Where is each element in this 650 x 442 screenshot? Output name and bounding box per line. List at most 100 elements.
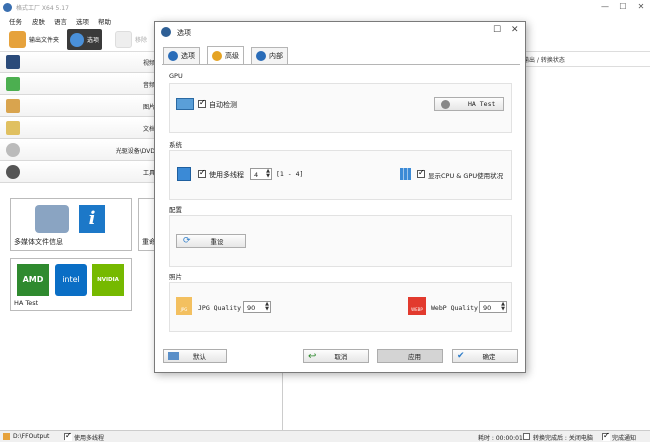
tab-internal-label: 内部 (269, 52, 283, 60)
media-info-icon (35, 205, 69, 233)
maximize-icon[interactable]: ☐ (616, 1, 630, 13)
cancel-button[interactable]: ↩ 取消 (303, 349, 369, 363)
apply-button[interactable]: 应用 (377, 349, 443, 363)
reset-label: 重设 (210, 238, 224, 246)
output-folder-label: 输出文件夹 (29, 37, 60, 44)
output-status-header: 输出 / 转换状态 (523, 57, 565, 64)
remove-label: 移除 (135, 37, 148, 44)
usage-chart-icon (400, 168, 411, 180)
app-title: 格式工厂 X64 5.17 (16, 5, 69, 12)
multithread-label-dialog: 使用多线程 (209, 171, 244, 179)
menu-language[interactable]: 语言 (54, 16, 67, 26)
remove-icon (115, 31, 132, 48)
jpg-quality-value: 90 (247, 304, 256, 312)
webp-file-icon: WEBP (408, 297, 426, 315)
info-icon: i (79, 205, 105, 233)
folder-icon (9, 31, 26, 48)
gear-icon (256, 51, 266, 61)
after-convert-checkbox[interactable] (523, 433, 530, 440)
tile-ha-test-label: HA Test (14, 299, 39, 307)
disc-icon (6, 143, 20, 157)
system-section: 使用多线程 4 ▲ ▼ [1 - 4] 显示CPU & GPU使用状况 (169, 150, 512, 200)
category-label: 光驱设备\DVD (115, 148, 155, 155)
menu-skin[interactable]: 皮肤 (32, 16, 45, 26)
webp-quality-stepper[interactable]: 90 ▲ ▼ (479, 301, 507, 313)
tile-media-info[interactable]: i 多媒体文件信息 (10, 198, 132, 251)
output-path[interactable]: D:\FFOutput (13, 433, 49, 440)
threads-value: 4 (254, 171, 259, 179)
jpg-quality-label: JPG Quality (198, 304, 242, 312)
options-button[interactable]: 选项 (67, 29, 103, 50)
config-section-label: 配置 (169, 206, 182, 214)
nvidia-logo-icon: NVIDIA (92, 264, 124, 296)
gpu-card-icon (176, 98, 194, 110)
menu-task[interactable]: 任务 (9, 16, 22, 26)
app-titlebar: 格式工厂 X64 5.17 — ☐ ✕ (0, 0, 650, 14)
autodetect-label: 自动检测 (209, 101, 237, 109)
tile-ha-test[interactable]: AMD intel NVIDIA HA Test (10, 258, 132, 311)
stepper-down-icon[interactable]: ▼ (266, 174, 270, 179)
reset-button[interactable]: ⟳ 重设 (176, 234, 246, 248)
dialog-title: 选项 (177, 29, 191, 37)
stepper-down-icon[interactable]: ▼ (501, 307, 505, 312)
menu-options[interactable]: 选项 (76, 16, 89, 26)
gpu-section-label: GPU (169, 72, 183, 80)
photo-section-label: 照片 (169, 273, 182, 281)
ok-button[interactable]: ✔ 确定 (452, 349, 518, 363)
picture-icon (6, 99, 20, 113)
after-convert-label[interactable]: 转换完成后 : 关闭电脑 (533, 433, 593, 442)
close-icon[interactable]: ✕ (634, 1, 648, 13)
notify-checkbox[interactable] (602, 431, 610, 441)
threads-range: [1 - 4] (276, 170, 304, 178)
ha-test-label: HA Test (468, 100, 496, 108)
check-circle-icon: ✔ (457, 351, 465, 361)
default-button[interactable]: 默认 (163, 349, 227, 363)
document-icon (6, 121, 20, 135)
film-icon (6, 55, 20, 69)
refresh-icon: ⟳ (183, 236, 191, 246)
cpu-chip-icon (177, 167, 191, 181)
options-dialog: 选项 ☐ ✕ 选项 高级 内部 GPU 自动检测 HA Test 系统 使用多线… (154, 21, 526, 373)
printer-icon (168, 352, 179, 360)
stepper-down-icon[interactable]: ▼ (265, 307, 269, 312)
webp-quality-value: 90 (483, 304, 492, 312)
tab-options-label: 选项 (181, 52, 195, 60)
photo-section: JPG JPG Quality 90 ▲ ▼ WEBP WebP Quality… (169, 282, 512, 332)
remove-button[interactable]: 移除 (115, 29, 147, 50)
cancel-label: 取消 (334, 353, 348, 361)
undo-arrow-icon: ↩ (308, 350, 317, 362)
output-folder-button[interactable]: 输出文件夹 (9, 29, 59, 50)
gear-icon (161, 27, 171, 37)
threads-stepper[interactable]: 4 ▲ ▼ (250, 168, 272, 180)
ha-test-button[interactable]: HA Test (434, 97, 504, 111)
gear-icon (441, 99, 450, 109)
autodetect-checkbox[interactable] (198, 98, 206, 108)
options-label: 选项 (87, 37, 100, 44)
dialog-maximize-icon[interactable]: ☐ (493, 25, 501, 35)
apply-label: 应用 (408, 353, 421, 361)
tab-internal[interactable]: 内部 (251, 47, 288, 64)
show-usage-checkbox[interactable] (417, 168, 425, 178)
app-logo-icon (3, 3, 12, 12)
statusbar: D:\FFOutput 使用多线程 耗时 : 00:00:01 转换完成后 : … (0, 430, 650, 442)
notify-label: 完成通知 (612, 435, 637, 442)
tile-media-info-label: 多媒体文件信息 (14, 238, 63, 246)
gear-icon (212, 51, 222, 61)
jpg-quality-stepper[interactable]: 90 ▲ ▼ (243, 301, 271, 313)
folder-icon (3, 433, 10, 440)
minimize-icon[interactable]: — (598, 1, 612, 13)
default-label: 默认 (193, 353, 206, 361)
system-section-label: 系统 (169, 141, 182, 149)
multithread-label: 使用多线程 (74, 435, 105, 442)
gear-icon (70, 32, 84, 47)
intel-logo-icon: intel (55, 264, 87, 296)
film-reel-icon (6, 165, 20, 179)
menu-help[interactable]: 帮助 (98, 16, 111, 26)
multithread-checkbox-dialog[interactable] (198, 168, 206, 178)
dialog-close-icon[interactable]: ✕ (511, 25, 519, 35)
multithread-checkbox[interactable] (64, 431, 72, 441)
jpg-file-icon: JPG (176, 297, 192, 315)
webp-quality-label: WebP Quality (431, 304, 478, 312)
tab-advanced[interactable]: 高级 (207, 46, 244, 65)
tab-options[interactable]: 选项 (163, 47, 200, 64)
